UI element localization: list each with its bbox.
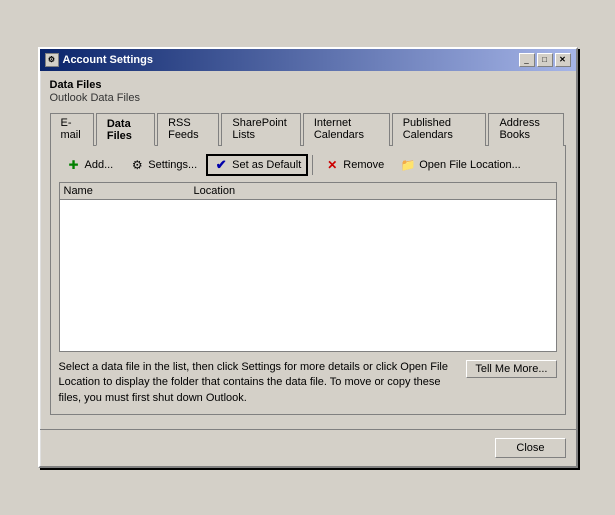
settings-icon: ⚙: [129, 157, 145, 173]
close-dialog-button[interactable]: Close: [495, 438, 565, 458]
status-area: Select a data file in the list, then cli…: [59, 360, 557, 406]
title-bar: ⚙ Account Settings _ □ ✕: [40, 49, 576, 71]
add-icon: ✚: [66, 157, 82, 173]
add-button[interactable]: ✚ Add...: [59, 154, 121, 176]
tab-published-calendars[interactable]: Published Calendars: [392, 113, 487, 146]
toolbar: ✚ Add... ⚙ Settings... ✔ Set as Default …: [59, 154, 557, 176]
dialog-footer: Close: [40, 429, 576, 466]
account-settings-dialog: ⚙ Account Settings _ □ ✕ Data Files Outl…: [38, 47, 578, 468]
tab-panel-data-files: ✚ Add... ⚙ Settings... ✔ Set as Default …: [50, 145, 566, 415]
tab-data-files[interactable]: Data Files: [96, 113, 155, 146]
settings-label: Settings...: [148, 159, 197, 171]
remove-label: Remove: [343, 159, 384, 171]
set-default-label: Set as Default: [232, 159, 301, 171]
app-icon: ⚙: [45, 53, 59, 67]
tab-sharepoint-lists[interactable]: SharePoint Lists: [221, 113, 300, 146]
tab-internet-calendars[interactable]: Internet Calendars: [303, 113, 390, 146]
open-location-label: Open File Location...: [419, 159, 521, 171]
data-files-list[interactable]: Name Location: [59, 182, 557, 352]
maximize-button[interactable]: □: [537, 53, 553, 67]
title-bar-controls: _ □ ✕: [519, 53, 571, 67]
close-title-button[interactable]: ✕: [555, 53, 571, 67]
settings-button[interactable]: ⚙ Settings...: [122, 154, 204, 176]
section-title: Data Files: [50, 79, 566, 91]
col-location: Location: [194, 185, 552, 197]
open-location-button[interactable]: 📁 Open File Location...: [393, 154, 528, 176]
list-body: [60, 200, 556, 340]
title-bar-text: ⚙ Account Settings: [45, 53, 153, 67]
remove-icon: ✕: [324, 157, 340, 173]
folder-icon: 📁: [400, 157, 416, 173]
tabs-row: E-mail Data Files RSS Feeds SharePoint L…: [50, 112, 566, 145]
col-name: Name: [64, 185, 194, 197]
tell-me-more-button[interactable]: Tell Me More...: [466, 360, 556, 378]
dialog-title: Account Settings: [63, 54, 153, 66]
tab-rss-feeds[interactable]: RSS Feeds: [157, 113, 219, 146]
dialog-content: Data Files Outlook Data Files E-mail Dat…: [40, 71, 576, 423]
minimize-button[interactable]: _: [519, 53, 535, 67]
section-subtitle: Outlook Data Files: [50, 92, 566, 104]
tab-address-books[interactable]: Address Books: [488, 113, 563, 146]
tab-email[interactable]: E-mail: [50, 113, 94, 146]
checkmark-icon: ✔: [213, 157, 229, 173]
set-default-button[interactable]: ✔ Set as Default: [206, 154, 308, 176]
toolbar-separator: [312, 155, 313, 175]
list-header: Name Location: [60, 183, 556, 200]
status-message: Select a data file in the list, then cli…: [59, 360, 457, 406]
tabs-container: E-mail Data Files RSS Feeds SharePoint L…: [50, 112, 566, 415]
add-label: Add...: [85, 159, 114, 171]
remove-button[interactable]: ✕ Remove: [317, 154, 391, 176]
